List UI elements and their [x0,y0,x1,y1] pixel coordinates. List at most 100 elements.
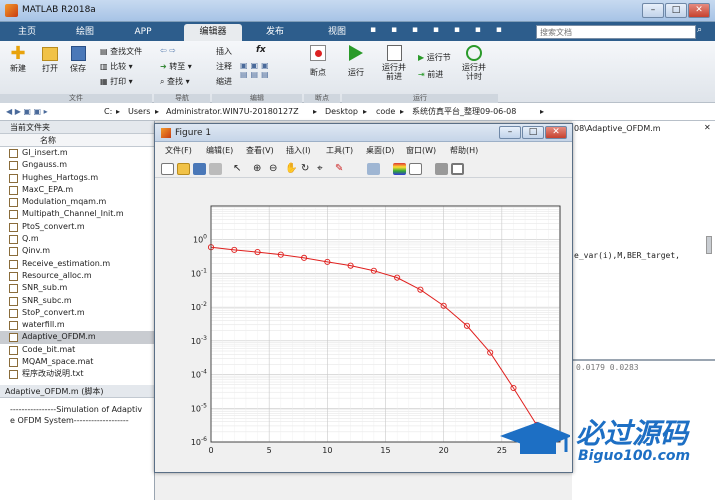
menu-window[interactable]: 窗口(W) [406,144,436,158]
file-name: SNR_sub.m [22,283,68,293]
file-item[interactable]: SNR_sub.m [0,282,154,294]
file-item[interactable]: SNR_subc.m [0,295,154,307]
editor-scrollbar[interactable] [706,236,712,254]
run-play-icon [349,45,363,61]
save-button[interactable]: 保存 [70,45,86,74]
file-name: Adaptive_OFDM.m [22,332,96,342]
tab-apps[interactable]: APP [120,24,166,41]
file-item[interactable]: Gngauss.m [0,159,154,171]
tab-home[interactable]: 主页 [4,24,50,41]
zoom-in-icon[interactable]: ⊕ [253,163,266,175]
close-button[interactable]: ✕ [688,3,710,18]
minimize-button[interactable]: – [642,3,664,18]
path-segment[interactable]: code [376,103,395,121]
tab-plots[interactable]: 绘图 [62,24,108,41]
file-item[interactable]: Receive_estimation.m [0,258,154,270]
file-item[interactable]: GI_insert.m [0,147,154,159]
data-cursor-icon[interactable]: ⌖ [317,163,330,175]
code-line[interactable]: e_var(i),M,BER_target, [574,251,680,260]
tab-editor[interactable]: 编辑器 [184,24,242,41]
command-output: 0.0179 0.0283 [576,363,639,372]
hide-tools-icon[interactable] [435,163,448,175]
file-icon [9,308,18,318]
maximize-button[interactable]: □ [665,3,687,18]
comment-button[interactable]: 注释 [216,61,232,72]
run-section-button[interactable]: ▶ 运行节 [418,52,451,63]
menu-help[interactable]: 帮助(H) [450,144,478,158]
rotate-icon[interactable]: ↻ [301,163,314,175]
search-input[interactable] [536,25,696,39]
editor-close-icon[interactable]: ✕ [704,123,711,132]
open-file-icon[interactable] [177,163,190,175]
file-item[interactable]: PtoS_convert.m [0,221,154,233]
path-segment[interactable]: Users [128,103,150,121]
file-item[interactable]: Q.m [0,233,154,245]
file-item[interactable]: MQAM_space.mat [0,356,154,368]
breakpoints-button[interactable]: 断点 [310,45,326,78]
figure-minimize-button[interactable]: – [499,126,521,139]
find-files-button[interactable]: ▤ 查找文件 [100,46,142,57]
indent-button[interactable]: 缩进 [216,76,232,87]
path-segment[interactable]: C: [104,103,112,121]
find-button[interactable]: ⌕ 查找 ▾ [160,76,190,87]
fx-button[interactable]: fx [256,45,266,55]
file-item[interactable]: Qinv.m [0,245,154,257]
menu-desktop[interactable]: 桌面(D) [366,144,394,158]
show-tools-icon[interactable] [451,163,464,175]
x-tick-label: 10 [322,446,332,455]
save-figure-icon[interactable] [193,163,206,175]
menu-edit[interactable]: 编辑(E) [206,144,233,158]
figure-maximize-button[interactable]: □ [522,126,544,139]
file-item[interactable]: waterfill.m [0,319,154,331]
file-item[interactable]: Multipath_Channel_Init.m [0,208,154,220]
file-item[interactable]: StoP_convert.m [0,307,154,319]
pointer-icon[interactable]: ↖ [233,163,246,175]
new-button[interactable]: ✚ 新建 [10,45,26,74]
tab-view[interactable]: 视图 [314,24,360,41]
open-button[interactable]: 打开 [42,45,58,74]
file-name: Q.m [22,234,39,244]
nav-arrows[interactable]: ◀ ▶ ▣ ▣ ▸ [6,103,48,121]
file-item[interactable]: Modulation_mqam.m [0,196,154,208]
print-figure-icon[interactable] [209,163,222,175]
advance-button[interactable]: ⇥ 前进 [418,69,443,80]
menu-insert[interactable]: 插入(I) [286,144,311,158]
compare-button[interactable]: ▥ 比较 ▾ [100,61,133,72]
back-forward-buttons[interactable]: ⇦ ⇨ [160,46,176,55]
figure-close-button[interactable]: ✕ [545,126,567,139]
edit-format-icons[interactable]: ▣▣▣ ▤▤▤ [240,61,272,79]
colorbar-icon[interactable] [393,163,406,175]
file-item[interactable]: Code_bit.mat [0,344,154,356]
file-name: SNR_subc.m [22,295,72,305]
path-segment[interactable]: Desktop [325,103,358,121]
column-name-header[interactable]: 名称 [0,134,154,147]
link-plot-icon[interactable] [367,163,380,175]
insert-button[interactable]: 插入 [216,46,232,57]
legend-icon[interactable] [409,163,422,175]
run-time-button[interactable]: 运行并 计时 [462,45,486,81]
address-bar[interactable]: ◀ ▶ ▣ ▣ ▸ C: ▸ Users ▸ Administrator.WIN… [0,103,715,121]
search-icon[interactable]: ⌕ [697,25,702,35]
path-segment[interactable]: 系统仿真平台_整理09-06-08 [412,103,516,121]
run-button[interactable]: 运行 [348,45,364,78]
goto-button[interactable]: ➜ 转至 ▾ [160,61,192,72]
file-item[interactable]: MaxC_EPA.m [0,184,154,196]
path-segment[interactable]: Administrator.WIN7U-20180127Z [166,103,299,121]
file-item[interactable]: Resource_alloc.m [0,270,154,282]
menu-file[interactable]: 文件(F) [165,144,192,158]
file-item[interactable]: Adaptive_OFDM.m [0,331,154,344]
tab-publish[interactable]: 发布 [252,24,298,41]
zoom-out-icon[interactable]: ⊖ [269,163,282,175]
file-name: Modulation_mqam.m [22,197,107,207]
new-figure-icon[interactable] [161,163,174,175]
run-advance-button[interactable]: 运行并 前进 [382,45,406,81]
pan-hand-icon[interactable]: ✋ [285,163,298,175]
menu-view[interactable]: 查看(V) [246,144,274,158]
brush-icon[interactable]: ✎ [335,163,348,175]
watermark: 必过源码 Biguo100.com [496,408,714,472]
print-button[interactable]: ▦ 打印 ▾ [100,76,133,87]
graduation-cap-logo-icon [500,418,572,458]
file-item[interactable]: Hughes_Hartogs.m [0,172,154,184]
file-item[interactable]: 程序改动说明.txt [0,368,154,380]
menu-tools[interactable]: 工具(T) [326,144,353,158]
